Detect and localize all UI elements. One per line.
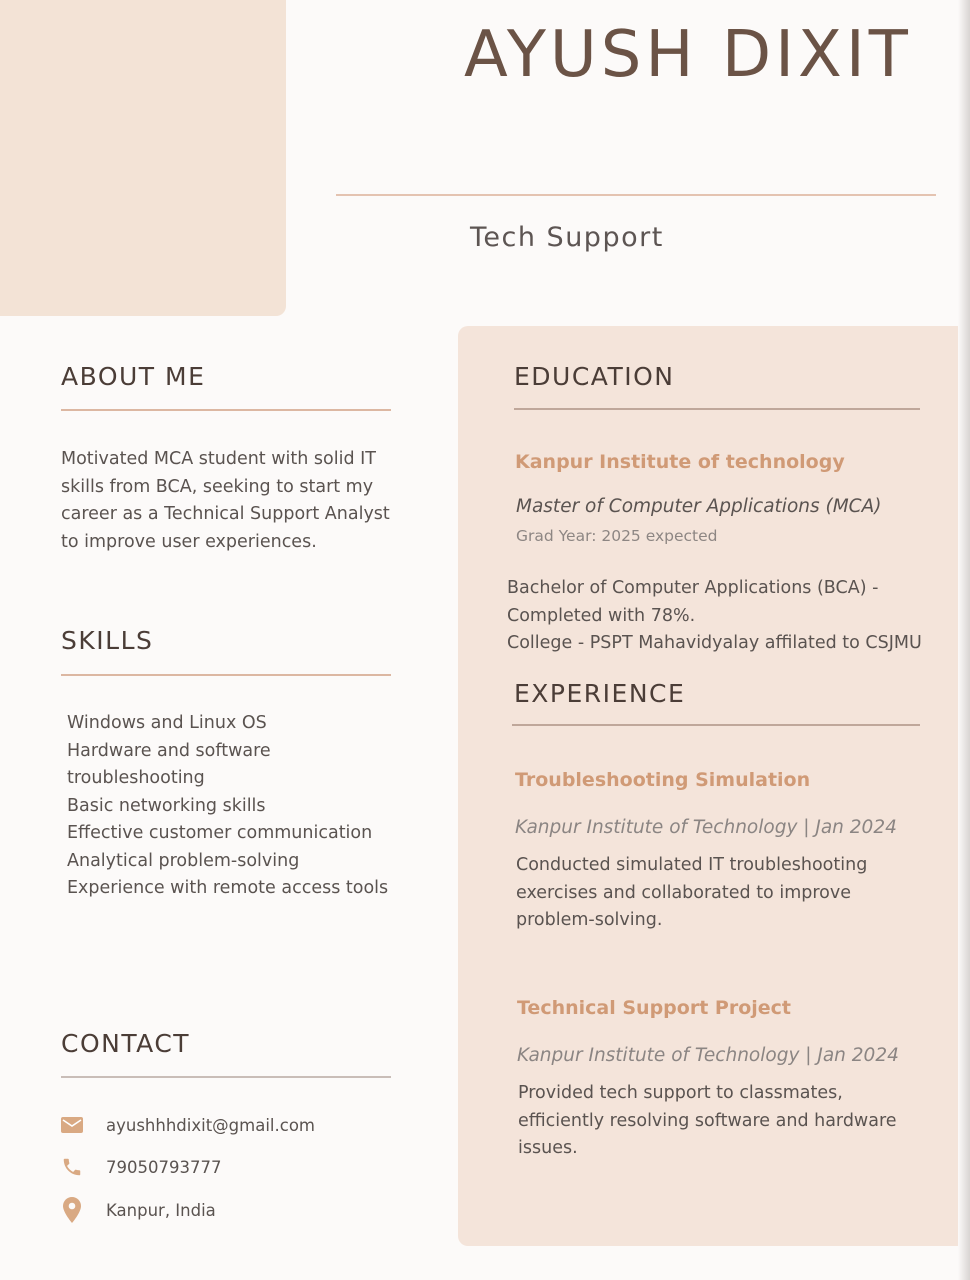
- mail-icon: [60, 1113, 84, 1137]
- contact-phone-row[interactable]: 79050793777: [60, 1152, 221, 1182]
- education-bachelor: Bachelor of Computer Applications (BCA) …: [507, 575, 947, 658]
- contact-location: Kanpur, India: [106, 1200, 216, 1220]
- experience-line: Conducted simulated IT troubleshooting: [516, 855, 868, 875]
- experience-title: Troubleshooting Simulation: [515, 769, 811, 791]
- experience-line: efficiently resolving software and hardw…: [518, 1110, 897, 1131]
- bachelor-line: Bachelor of Computer Applications (BCA) …: [507, 578, 879, 598]
- page-edge-shadow: [958, 0, 970, 1280]
- header-divider: [336, 194, 936, 196]
- bachelor-line: College - PSPT Mahavidyalay affilated to…: [507, 633, 922, 653]
- education-divider: [514, 408, 920, 410]
- photo-placeholder: [0, 0, 286, 316]
- skill-item: troubleshooting: [67, 768, 205, 788]
- contact-divider: [61, 1076, 391, 1078]
- experience-heading: EXPERIENCE: [514, 679, 686, 708]
- contact-email-row[interactable]: ayushhhdixit@gmail.com: [60, 1110, 315, 1140]
- skills-heading: SKILLS: [61, 626, 154, 655]
- experience-divider: [512, 724, 920, 726]
- bachelor-line: Completed with 78%.: [507, 605, 696, 626]
- skills-list: Windows and Linux OS Hardware and softwa…: [67, 710, 397, 903]
- phone-icon: [60, 1155, 84, 1179]
- skills-divider: [61, 674, 391, 676]
- experience-org-date: Kanpur Institute of Technology | Jan 202…: [517, 1045, 899, 1066]
- skill-item: Basic networking skills: [67, 795, 266, 816]
- location-pin-icon: [60, 1197, 84, 1223]
- contact-heading: CONTACT: [61, 1029, 191, 1058]
- education-heading: EDUCATION: [514, 362, 675, 391]
- experience-line: problem-solving.: [516, 910, 663, 930]
- about-line: career as a Technical Support Analyst: [61, 504, 390, 524]
- job-title: Tech Support: [470, 222, 664, 253]
- contact-phone[interactable]: 79050793777: [106, 1158, 221, 1177]
- about-line: Motivated MCA student with solid IT: [61, 449, 376, 469]
- candidate-name: AYUSH DIXIT: [464, 18, 912, 92]
- experience-line: Provided tech support to classmates,: [518, 1083, 843, 1103]
- contact-location-row: Kanpur, India: [60, 1195, 216, 1225]
- about-text: Motivated MCA student with solid IT skil…: [61, 446, 401, 556]
- skill-item: Experience with remote access tools: [67, 878, 389, 898]
- about-line: skills from BCA, seeking to start my: [61, 476, 374, 497]
- experience-description: Conducted simulated IT troubleshooting e…: [516, 852, 936, 935]
- skill-item: Hardware and software: [67, 740, 271, 761]
- skill-item: Effective customer communication: [67, 823, 373, 843]
- about-heading: ABOUT ME: [61, 362, 206, 391]
- contact-email[interactable]: ayushhhdixit@gmail.com: [106, 1116, 315, 1135]
- skill-item: Windows and Linux OS: [67, 713, 267, 733]
- experience-line: issues.: [518, 1138, 578, 1158]
- education-degree: Master of Computer Applications (MCA): [516, 496, 882, 517]
- education-institution: Kanpur Institute of technology: [515, 451, 845, 473]
- education-grad-year: Grad Year: 2025 expected: [516, 527, 718, 545]
- about-line: to improve user experiences.: [61, 531, 317, 552]
- skill-item: Analytical problem-solving: [67, 850, 300, 871]
- experience-description: Provided tech support to classmates, eff…: [518, 1080, 938, 1163]
- about-divider: [61, 409, 391, 411]
- experience-title: Technical Support Project: [517, 997, 791, 1019]
- experience-org-date: Kanpur Institute of Technology | Jan 202…: [515, 817, 897, 838]
- experience-line: exercises and collaborated to improve: [516, 882, 851, 903]
